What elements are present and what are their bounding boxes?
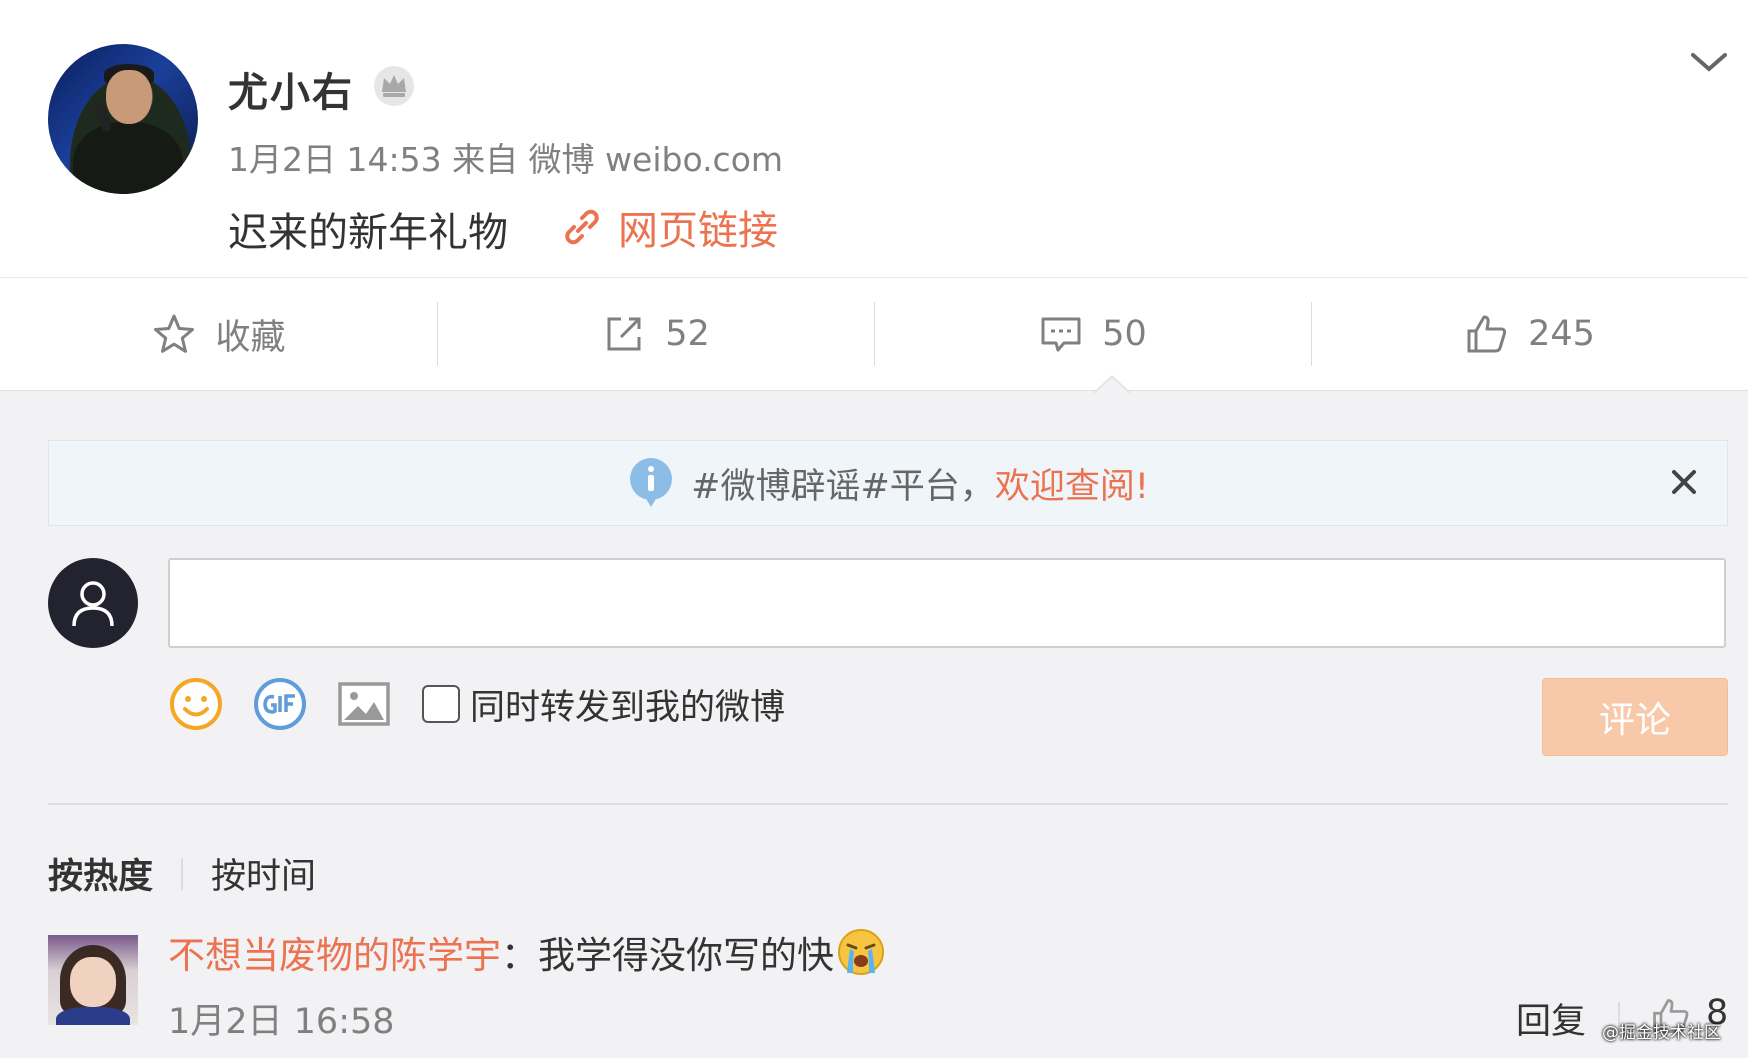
like-button[interactable]: 245 bbox=[1311, 278, 1748, 390]
favorite-button[interactable]: 收藏 bbox=[0, 278, 437, 390]
watermark: @掘金技术社区 bbox=[1602, 1023, 1721, 1043]
comment-separator: ： bbox=[501, 934, 538, 977]
comment-item: 不想当废物的陈学宇 ： 我学得没你写的快 bbox=[168, 925, 886, 979]
post-action-bar: 收藏 52 50 245 bbox=[0, 277, 1748, 391]
link-icon bbox=[565, 209, 599, 245]
web-link-label: 网页链接 bbox=[618, 208, 778, 254]
comment-input[interactable] bbox=[168, 558, 1726, 648]
thumbs-up-icon bbox=[1467, 315, 1507, 353]
crown-icon bbox=[374, 66, 414, 106]
tab-sort-by-hot[interactable]: 按热度 bbox=[48, 848, 153, 899]
repost-checkbox-label: 同时转发到我的微博 bbox=[470, 687, 786, 728]
favorite-label: 收藏 bbox=[215, 317, 286, 358]
notice-text: #微博辟谣#平台， bbox=[691, 466, 995, 507]
web-link[interactable]: 网页链接 bbox=[560, 198, 778, 256]
comment-sort-tabs: 按热度 按时间 bbox=[48, 848, 316, 899]
info-icon bbox=[630, 458, 673, 507]
star-icon bbox=[154, 314, 195, 353]
composer-toolbar: 同时转发到我的微博 bbox=[168, 676, 785, 732]
reply-button[interactable]: 回复 bbox=[1516, 993, 1586, 1044]
active-tab-pointer bbox=[1094, 375, 1130, 393]
tab-separator bbox=[181, 857, 184, 890]
post-meta: 1月2日 14:53 来自 微博 weibo.com bbox=[228, 140, 784, 179]
rumor-notice-banner[interactable]: #微博辟谣#平台， 欢迎查阅! bbox=[48, 440, 1728, 526]
comment-count: 50 bbox=[1102, 314, 1147, 354]
close-icon[interactable] bbox=[1669, 467, 1699, 497]
chevron-down-icon[interactable] bbox=[1685, 45, 1733, 77]
like-count: 245 bbox=[1528, 314, 1595, 354]
weibo-post-card: 尤小右 1月2日 14:53 来自 微博 weibo.com 迟来的新年礼物 网… bbox=[0, 0, 1748, 277]
notice-highlight-link[interactable]: 欢迎查阅! bbox=[995, 458, 1149, 509]
gif-icon[interactable] bbox=[252, 676, 308, 732]
author-avatar[interactable] bbox=[48, 44, 198, 194]
my-avatar bbox=[48, 558, 138, 648]
repost-button[interactable]: 52 bbox=[437, 278, 874, 390]
comment-text: 我学得没你写的快 bbox=[538, 934, 834, 977]
crying-emoji-icon bbox=[838, 929, 884, 975]
repost-count: 52 bbox=[665, 314, 710, 354]
image-icon[interactable] bbox=[336, 676, 392, 732]
section-divider bbox=[48, 803, 1728, 805]
smiley-icon[interactable] bbox=[168, 676, 224, 732]
comment-button[interactable]: 50 bbox=[874, 278, 1311, 390]
author-name[interactable]: 尤小右 bbox=[228, 60, 354, 118]
tab-sort-by-time[interactable]: 按时间 bbox=[211, 848, 316, 899]
comment-icon bbox=[1041, 317, 1081, 352]
post-text: 迟来的新年礼物 bbox=[228, 210, 508, 256]
share-icon bbox=[607, 317, 641, 351]
user-icon bbox=[72, 581, 114, 627]
commenter-avatar[interactable] bbox=[48, 935, 138, 1025]
submit-comment-button[interactable]: 评论 bbox=[1542, 678, 1728, 756]
comment-time: 1月2日 16:58 bbox=[168, 1002, 395, 1042]
repost-checkbox[interactable] bbox=[422, 685, 460, 723]
commenter-name[interactable]: 不想当废物的陈学宇 bbox=[168, 925, 501, 979]
